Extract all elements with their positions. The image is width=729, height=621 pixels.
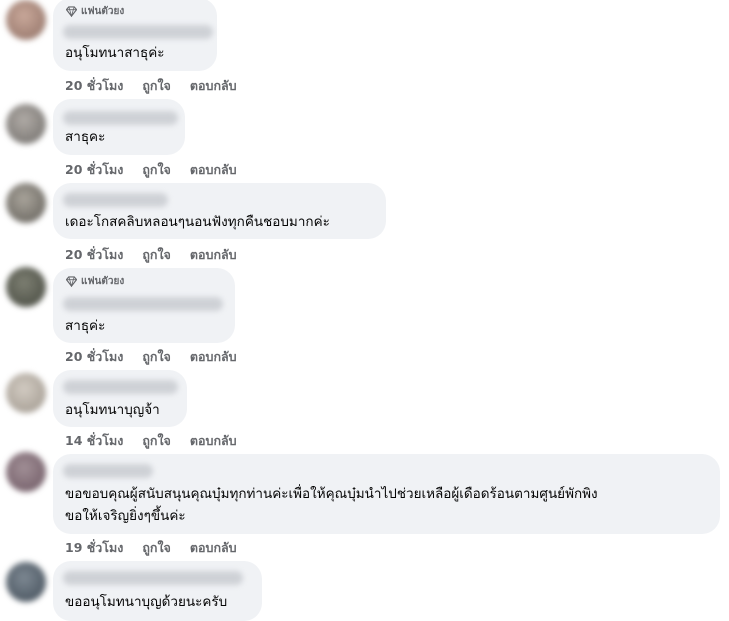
commenter-name[interactable] [63,297,223,311]
comment-text: อนุโมทนาบุญจ้า [65,402,160,418]
comment-time[interactable]: 20 ชั่วโมง [65,245,123,265]
top-fan-label: แฟนตัวยง [81,276,125,287]
comment-text-line-1: ขอขอบคุณผู้สนับสนุนคุณบุ๋มทุกท่านค่ะเพื่… [65,486,598,502]
reply-button[interactable]: ตอบกลับ [190,431,237,451]
comment-text: ขออนุโมทนาบุญด้วยนะครับ [65,594,228,610]
avatar[interactable] [6,452,46,492]
comment-text: เดอะโกสคลิบหลอนๆนอนฟังทุกคืนชอบมากค่ะ [65,214,330,230]
avatar[interactable] [6,183,46,223]
comment-actions: 20 ชั่วโมง ถูกใจ ตอบกลับ [65,160,237,180]
comment-text-line-2: ขอให้เจริญยิ่งๆขึ้นค่ะ [65,508,186,524]
comment-bubble: เดอะโกสคลิบหลอนๆนอนฟังทุกคืนชอบมากค่ะ [53,183,386,239]
comment-time[interactable]: 20 ชั่วโมง [65,160,123,180]
avatar[interactable] [6,373,46,413]
reply-button[interactable]: ตอบกลับ [190,538,237,558]
like-button[interactable]: ถูกใจ [142,347,171,367]
comment-bubble: ขออนุโมทนาบุญด้วยนะครับ [53,561,262,621]
like-button[interactable]: ถูกใจ [142,431,171,451]
comment-time[interactable]: 14 ชั่วโมง [65,431,123,451]
top-fan-label: แฟนตัวยง [81,6,125,17]
reply-button[interactable]: ตอบกลับ [190,160,237,180]
comment-bubble: แฟนตัวยง อนุโมทนาสาธุค่ะ [53,0,217,71]
avatar[interactable] [6,104,46,144]
diamond-icon [66,276,77,287]
comment-time[interactable]: 19 ชั่วโมง [65,538,123,558]
like-button[interactable]: ถูกใจ [142,538,171,558]
avatar[interactable] [6,0,46,40]
avatar[interactable] [6,267,46,307]
comment-actions: 20 ชั่วโมง ถูกใจ ตอบกลับ [65,245,237,265]
reply-button[interactable]: ตอบกลับ [190,347,237,367]
reply-button[interactable]: ตอบกลับ [190,245,237,265]
comment-actions: 14 ชั่วโมง ถูกใจ ตอบกลับ [65,431,237,451]
top-fan-badge: แฟนตัวยง [66,4,124,19]
commenter-name[interactable] [63,25,213,39]
comment-bubble: แฟนตัวยง สาธุค่ะ [53,268,235,343]
like-button[interactable]: ถูกใจ [142,160,171,180]
comment-time[interactable]: 20 ชั่วโมง [65,347,123,367]
comment-text: สาธุค่ะ [65,318,106,334]
comment-bubble: อนุโมทนาบุญจ้า [53,370,187,427]
comment-text: สาธุคะ [65,129,106,145]
commenter-name[interactable] [63,571,243,585]
comment-actions: 19 ชั่วโมง ถูกใจ ตอบกลับ [65,538,237,558]
avatar[interactable] [6,562,46,602]
commenter-name[interactable] [63,380,178,394]
like-button[interactable]: ถูกใจ [142,245,171,265]
comment-actions: 20 ชั่วโมง ถูกใจ ตอบกลับ [65,76,237,96]
comment-actions: 20 ชั่วโมง ถูกใจ ตอบกลับ [65,347,237,367]
top-fan-badge: แฟนตัวยง [66,274,124,289]
like-button[interactable]: ถูกใจ [142,76,171,96]
comment-bubble: สาธุคะ [53,99,185,155]
comment-bubble: ขอขอบคุณผู้สนับสนุนคุณบุ๋มทุกท่านค่ะเพื่… [53,454,720,534]
commenter-name[interactable] [63,111,178,125]
comment-time[interactable]: 20 ชั่วโมง [65,76,123,96]
comment-text: อนุโมทนาสาธุค่ะ [65,45,165,61]
reply-button[interactable]: ตอบกลับ [190,76,237,96]
diamond-icon [66,6,77,17]
commenter-name[interactable] [63,464,153,478]
commenter-name[interactable] [63,193,168,207]
